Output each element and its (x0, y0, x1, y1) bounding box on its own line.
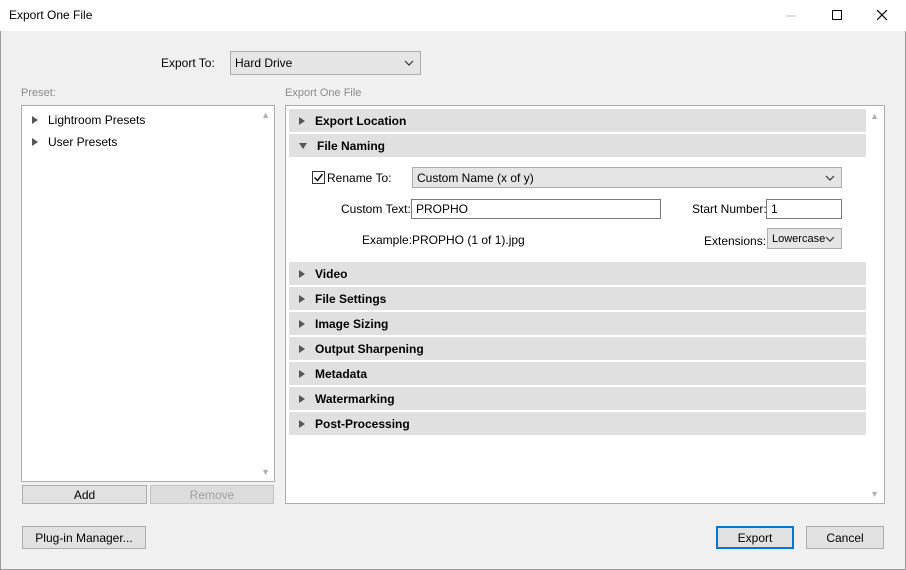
export-to-value: Hard Drive (235, 56, 293, 70)
expand-triangle-icon (299, 319, 305, 328)
chevron-down-icon (825, 236, 835, 242)
section-post-processing[interactable]: Post-Processing (289, 412, 866, 435)
expand-triangle-icon (299, 344, 305, 353)
extensions-select[interactable]: Lowercase (767, 228, 842, 249)
preset-tree: Lightroom Presets User Presets ▲ ▼ (21, 105, 275, 482)
chevron-down-icon (825, 175, 835, 181)
settings-panel: Export Location File Naming Rename To: C… (285, 105, 885, 504)
minimize-icon (785, 15, 796, 17)
preset-label: Preset: (21, 87, 56, 99)
section-label: Post-Processing (315, 416, 410, 431)
custom-text-value: PROPHO (416, 202, 469, 216)
preset-item-label: User Presets (48, 135, 118, 149)
remove-preset-button[interactable]: Remove (150, 485, 274, 504)
expand-triangle-icon (299, 294, 305, 303)
rename-checkbox[interactable] (312, 171, 325, 184)
example-value: PROPHO (1 of 1).jpg (412, 233, 525, 247)
export-to-select[interactable]: Hard Drive (230, 51, 421, 75)
section-output-sharpening[interactable]: Output Sharpening (289, 337, 866, 360)
scroll-up-icon[interactable]: ▲ (870, 111, 879, 121)
start-number-value: 1 (771, 202, 778, 216)
scroll-down-icon[interactable]: ▼ (261, 467, 270, 477)
start-number-input[interactable]: 1 (766, 199, 842, 219)
plugin-manager-button[interactable]: Plug-in Manager... (22, 526, 146, 549)
checkmark-icon (313, 173, 324, 182)
expand-triangle-icon (299, 116, 305, 125)
rename-template-select[interactable]: Custom Name (x of y) (412, 167, 842, 188)
section-image-sizing[interactable]: Image Sizing (289, 312, 866, 335)
extensions-label: Extensions: (704, 234, 767, 248)
section-label: Image Sizing (315, 316, 389, 331)
maximize-icon (831, 10, 842, 20)
section-label: Output Sharpening (315, 341, 424, 356)
section-watermarking[interactable]: Watermarking (289, 387, 866, 410)
custom-text-input[interactable]: PROPHO (411, 199, 661, 219)
section-label: Export Location (315, 113, 407, 128)
expand-triangle-icon (32, 138, 38, 146)
export-one-file-label: Export One File (285, 87, 362, 99)
rename-template-value: Custom Name (x of y) (417, 170, 534, 185)
maximize-button[interactable] (814, 0, 860, 31)
cancel-button[interactable]: Cancel (806, 526, 884, 549)
example-label: Example: (362, 233, 413, 247)
preset-item-label: Lightroom Presets (48, 113, 146, 127)
expand-triangle-icon (299, 369, 305, 378)
close-icon (876, 10, 887, 21)
expand-triangle-icon (299, 269, 305, 278)
section-metadata[interactable]: Metadata (289, 362, 866, 385)
section-export-location[interactable]: Export Location (289, 109, 866, 132)
add-preset-button[interactable]: Add (22, 485, 147, 504)
extensions-value: Lowercase (772, 232, 826, 245)
rename-label: Rename To: (327, 171, 392, 185)
section-label: Watermarking (315, 391, 395, 406)
minimize-button[interactable] (768, 0, 814, 31)
export-to-label: Export To: (161, 56, 215, 70)
section-label: File Settings (315, 291, 387, 306)
start-number-label: Start Number: (692, 202, 767, 216)
scroll-up-icon[interactable]: ▲ (261, 110, 270, 120)
window-title: Export One File (9, 8, 93, 22)
close-button[interactable] (859, 0, 905, 31)
section-label: Video (315, 266, 348, 281)
chevron-down-icon (404, 60, 414, 66)
section-file-naming[interactable]: File Naming (289, 134, 866, 157)
section-label: File Naming (317, 138, 386, 153)
preset-item-user[interactable]: User Presets (32, 135, 117, 149)
custom-text-label: Custom Text: (341, 202, 411, 216)
scroll-down-icon[interactable]: ▼ (870, 489, 879, 499)
export-button[interactable]: Export (716, 526, 794, 549)
expand-triangle-icon (299, 394, 305, 403)
title-bar: Export One File (0, 0, 906, 31)
expand-triangle-icon (32, 116, 38, 124)
section-video[interactable]: Video (289, 262, 866, 285)
preset-item-lightroom[interactable]: Lightroom Presets (32, 113, 145, 127)
section-file-settings[interactable]: File Settings (289, 287, 866, 310)
expand-triangle-icon (299, 419, 305, 428)
collapse-triangle-icon (299, 142, 307, 149)
section-label: Metadata (315, 366, 368, 381)
